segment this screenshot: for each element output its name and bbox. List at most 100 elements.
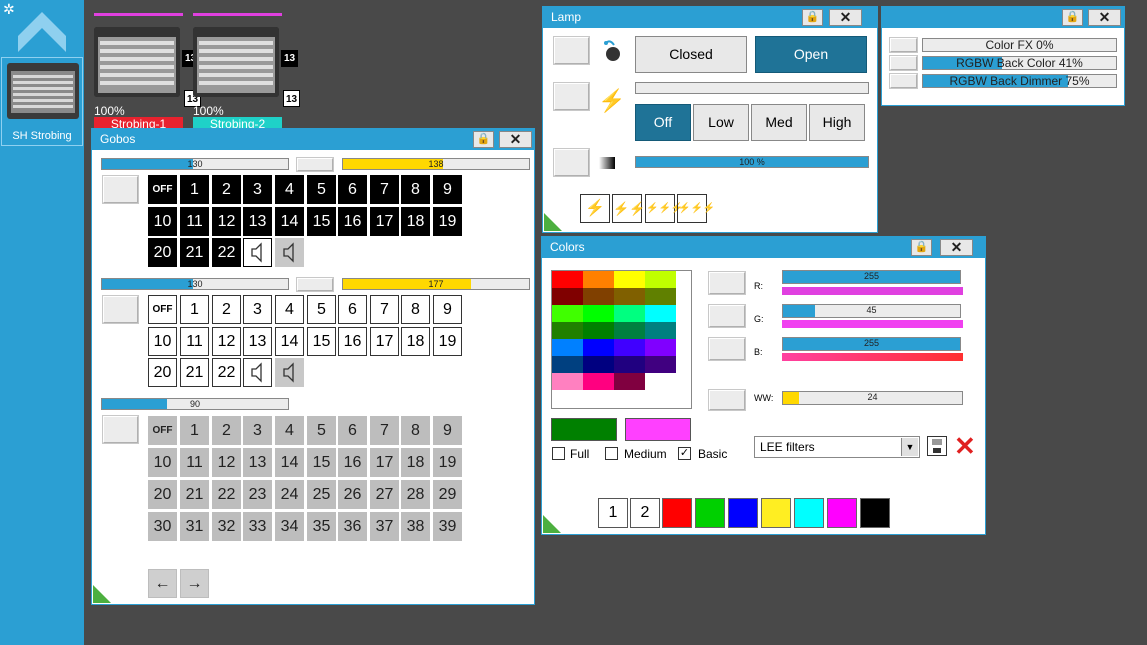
gobo-cell[interactable]: 19: [433, 327, 462, 356]
gobo-cell[interactable]: 34: [275, 512, 304, 541]
strobe-pattern-2-icon[interactable]: ⚡⚡: [612, 194, 645, 223]
gobo-cell[interactable]: 33: [243, 512, 272, 541]
green-toggle-button[interactable]: [709, 305, 745, 327]
palette-swatch[interactable]: [614, 271, 645, 288]
gobo1-toggle-button[interactable]: [103, 176, 138, 203]
gobo-cell[interactable]: 17: [370, 448, 399, 477]
gobo-cell[interactable]: 39: [433, 512, 462, 541]
strobe-off-button[interactable]: Off: [635, 104, 691, 141]
gobo-cell[interactable]: 29: [433, 480, 462, 509]
close-button[interactable]: ✕: [499, 131, 532, 148]
gobo-cell[interactable]: 5: [307, 416, 336, 445]
strobe-speed-bar[interactable]: [635, 82, 869, 94]
gobo-cell[interactable]: 11: [180, 448, 209, 477]
gobo-cell[interactable]: 26: [338, 480, 367, 509]
blue-bar[interactable]: 255: [782, 337, 961, 351]
shutter-open-button[interactable]: Open: [755, 36, 867, 73]
gobo-cell[interactable]: 12: [212, 207, 241, 236]
gobo-cell[interactable]: 2: [212, 295, 241, 324]
gobo-cell[interactable]: 20: [148, 358, 177, 387]
full-checkbox[interactable]: [552, 447, 565, 460]
gobo-cell[interactable]: 1: [180, 295, 209, 324]
strobe-high-button[interactable]: High: [809, 104, 865, 141]
gobo-cell[interactable]: 7: [370, 295, 399, 324]
palette-swatch[interactable]: [552, 356, 583, 373]
gobo-cell[interactable]: 15: [307, 327, 336, 356]
gobo-cell[interactable]: 3: [243, 416, 272, 445]
gobo-cell[interactable]: 15: [307, 207, 336, 236]
gobo-cell[interactable]: 32: [212, 512, 241, 541]
palette-swatch[interactable]: [583, 271, 614, 288]
gobo-cell[interactable]: 8: [401, 416, 430, 445]
palette-swatch[interactable]: [583, 305, 614, 322]
resize-corner[interactable]: [93, 585, 111, 603]
color-preset-swatch[interactable]: [728, 498, 758, 528]
fx-toggle-button[interactable]: [890, 74, 917, 88]
strobe-pattern-random-icon[interactable]: ⚡⚡⚡: [677, 194, 715, 223]
gear-icon[interactable]: ✲: [3, 2, 17, 16]
gobo-cell[interactable]: 8: [401, 175, 430, 204]
gobo-cell[interactable]: 5: [307, 175, 336, 204]
speaker-muted-icon[interactable]: [275, 358, 304, 387]
gobo-cell[interactable]: 35: [307, 512, 336, 541]
gobo-cell[interactable]: 2: [212, 416, 241, 445]
gobo2-reset-button[interactable]: [297, 278, 333, 291]
green-bar[interactable]: 45: [782, 304, 961, 318]
palette-swatch[interactable]: [583, 339, 614, 356]
close-button[interactable]: ✕: [1088, 9, 1121, 26]
gobo-off-cell[interactable]: OFF: [148, 295, 177, 324]
gobo2-shake-bar[interactable]: 177: [342, 278, 530, 290]
gobo-cell[interactable]: 21: [180, 238, 209, 267]
gobo-cell[interactable]: 9: [433, 295, 462, 324]
palette-swatch[interactable]: [583, 322, 614, 339]
shutter-closed-button[interactable]: Closed: [635, 36, 747, 73]
palette-swatch[interactable]: [645, 356, 676, 373]
gobo-cell[interactable]: 10: [148, 207, 177, 236]
red-bar[interactable]: 255: [782, 270, 961, 284]
gobo-cell[interactable]: 23: [243, 480, 272, 509]
gobo-cell[interactable]: 7: [370, 175, 399, 204]
preset-1-button[interactable]: 1: [598, 498, 628, 528]
palette-swatch[interactable]: [552, 305, 583, 322]
gobo-cell[interactable]: 22: [212, 238, 241, 267]
gobo3-bar[interactable]: 90: [101, 398, 289, 410]
gobo-cell[interactable]: 31: [180, 512, 209, 541]
palette-swatch[interactable]: [645, 373, 676, 390]
gobo-cell[interactable]: 14: [275, 327, 304, 356]
gobo1-rotation-bar[interactable]: 130: [101, 158, 289, 170]
palette-swatch[interactable]: [583, 373, 614, 390]
color-preset-swatch[interactable]: [761, 498, 791, 528]
dimmer-toggle-button[interactable]: [554, 149, 589, 176]
gobo-cell[interactable]: 2: [212, 175, 241, 204]
gobo-cell[interactable]: 16: [338, 207, 367, 236]
lock-icon[interactable]: 🔒: [911, 239, 932, 256]
gobo-cell[interactable]: 12: [212, 327, 241, 356]
resize-corner[interactable]: [543, 515, 561, 533]
speaker-muted-icon[interactable]: [275, 238, 304, 267]
palette-swatch[interactable]: [614, 288, 645, 305]
gobo-cell[interactable]: 6: [338, 416, 367, 445]
fixture-strobing-2[interactable]: 13 13 100% Strobing-2: [193, 13, 300, 132]
fx-bar[interactable]: RGBW Back Dimmer 75%: [922, 74, 1117, 88]
palette-swatch[interactable]: [614, 356, 645, 373]
gobo1-reset-button[interactable]: [297, 158, 333, 171]
close-button[interactable]: ✕: [829, 9, 862, 26]
dimmer-bar[interactable]: 100 %: [635, 156, 869, 168]
close-button[interactable]: ✕: [940, 239, 973, 256]
chevron-up-icon[interactable]: [16, 10, 68, 54]
color-preset-swatch[interactable]: [662, 498, 692, 528]
gobo-off-cell[interactable]: OFF: [148, 416, 177, 445]
red-toggle-button[interactable]: [709, 272, 745, 294]
gobo-cell[interactable]: 4: [275, 175, 304, 204]
palette-swatch[interactable]: [552, 339, 583, 356]
gobo-cell[interactable]: 8: [401, 295, 430, 324]
gobo-cell[interactable]: 22: [212, 480, 241, 509]
gobo-cell[interactable]: 17: [370, 207, 399, 236]
strobe-pattern-1-icon[interactable]: ⚡: [580, 194, 610, 223]
gobo-off-cell[interactable]: OFF: [148, 175, 177, 204]
medium-checkbox[interactable]: [605, 447, 618, 460]
palette-swatch[interactable]: [552, 288, 583, 305]
gobo-cell[interactable]: 17: [370, 327, 399, 356]
gobo1-shake-bar[interactable]: 138: [342, 158, 530, 170]
gobo-cell[interactable]: 30: [148, 512, 177, 541]
